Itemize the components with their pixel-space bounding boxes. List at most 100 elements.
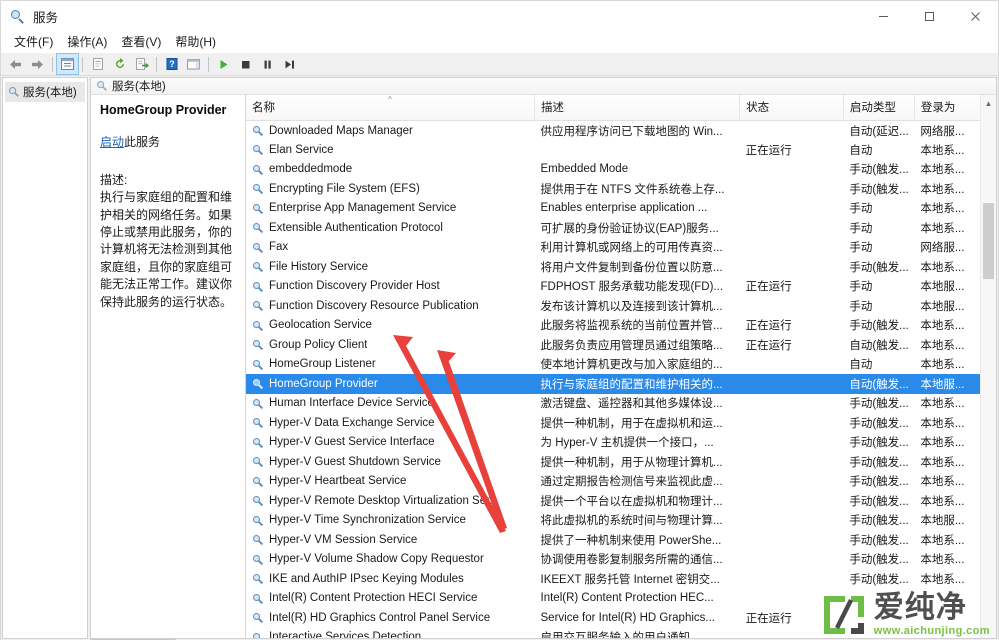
- minimize-button[interactable]: [860, 1, 906, 32]
- cell-service-description: Intel(R) Content Protection HEC...: [540, 592, 714, 605]
- table-row[interactable]: Hyper-V Remote Desktop Virtualization Se…: [246, 491, 996, 511]
- service-item-icon: [252, 241, 265, 254]
- table-row[interactable]: Hyper-V Volume Shadow Copy Requestor 协调使用…: [246, 550, 996, 570]
- vertical-scrollbar[interactable]: ▲: [980, 95, 996, 638]
- tree-node-label: 服务(本地): [23, 87, 77, 99]
- table-row[interactable]: Fax 利用计算机或网络上的可用传真资... 手动 网络服...: [246, 238, 996, 258]
- cell-service-name: Downloaded Maps Manager: [246, 121, 535, 141]
- properties-icon[interactable]: [87, 54, 108, 74]
- cell-service-status: 正在运行: [745, 339, 792, 352]
- service-item-icon: [252, 202, 265, 215]
- service-name-text: Hyper-V Remote Desktop Virtualization Se…: [269, 494, 499, 507]
- table-row[interactable]: Hyper-V VM Session Service 提供了一种机制来使用 Pow…: [246, 530, 996, 550]
- cell-service-status: 正在运行: [745, 281, 792, 294]
- forward-arrow-icon[interactable]: [27, 54, 48, 74]
- table-row[interactable]: Function Discovery Provider Host FDPHOST …: [246, 277, 996, 297]
- column-header-status[interactable]: 状态: [739, 95, 844, 122]
- sort-ascending-icon: ^: [388, 95, 392, 105]
- table-row[interactable]: Function Discovery Resource Publication 发…: [246, 296, 996, 316]
- service-item-icon: [252, 143, 265, 156]
- table-row[interactable]: File History Service 将用户文件复制到备份位置以防意... 手动…: [246, 257, 996, 277]
- cell-service-description: Service for Intel(R) HD Graphics...: [540, 611, 715, 624]
- back-arrow-icon[interactable]: [5, 54, 26, 74]
- table-row[interactable]: Enterprise App Management Service Enables…: [246, 199, 996, 219]
- action-pane-icon[interactable]: [183, 54, 204, 74]
- service-name-text: Downloaded Maps Manager: [269, 124, 413, 137]
- cell-service-startup-type: 手动(触发...: [849, 495, 909, 508]
- service-name-text: Fax: [269, 241, 289, 254]
- restart-service-icon[interactable]: [279, 54, 300, 74]
- title-bar: 服务: [1, 1, 998, 32]
- table-row[interactable]: Geolocation Service 此服务将监视系统的当前位置并管... 正在运…: [246, 316, 996, 336]
- cell-service-description: 将此虚拟机的系统时间与物理计算...: [540, 515, 723, 528]
- table-row[interactable]: Group Policy Client 此服务负责应用管理员通过组策略... 正在运…: [246, 335, 996, 355]
- service-name-text: Human Interface Device Service: [269, 397, 434, 410]
- start-service-icon[interactable]: [213, 54, 234, 74]
- show-hide-tree-icon[interactable]: [56, 53, 79, 75]
- cell-service-startup-type: 手动(触发...: [849, 476, 909, 489]
- service-name-text: Enterprise App Management Service: [269, 202, 457, 215]
- menu-view[interactable]: 查看(V): [114, 31, 168, 53]
- cell-service-description: 提供用于在 NTFS 文件系统卷上存...: [540, 183, 725, 196]
- cell-service-startup-type: 自动(触发...: [843, 374, 915, 394]
- export-list-icon[interactable]: [131, 54, 152, 74]
- cell-service-startup-type: 手动(触发...: [849, 554, 909, 567]
- cell-service-status: [740, 238, 844, 258]
- table-row[interactable]: Hyper-V Time Synchronization Service 将此虚拟…: [246, 511, 996, 531]
- table-row[interactable]: Human Interface Device Service 激活键盘、遥控器和其…: [246, 394, 996, 414]
- pane-split: HomeGroup Provider 启动此服务 描述: 执行与家庭组的配置和维…: [91, 95, 996, 638]
- cell-service-description: FDPHOST 服务承载功能发现(FD)...: [540, 281, 724, 294]
- service-name-text: Intel(R) Content Protection HECI Service: [269, 592, 478, 605]
- menu-file[interactable]: 文件(F): [7, 31, 60, 53]
- cell-service-startup-type: 手动: [849, 203, 873, 216]
- cell-service-status: [740, 413, 844, 433]
- cell-service-status: [739, 374, 844, 394]
- table-row[interactable]: HomeGroup Listener 使本地计算机更改与加入家庭组的... 自动 本地…: [246, 355, 996, 375]
- cell-service-status: [740, 355, 844, 375]
- cell-service-description: 启用交互服务输入的用户通知...: [535, 628, 740, 638]
- table-row[interactable]: HomeGroup Provider 执行与家庭组的配置和维护相关的... 自动(触…: [246, 374, 996, 394]
- table-row[interactable]: Hyper-V Data Exchange Service 提供一种机制，用于在虚…: [246, 413, 996, 433]
- table-row[interactable]: Hyper-V Guest Service Interface 为 Hyper-V…: [246, 433, 996, 453]
- scrollbar-thumb[interactable]: [983, 203, 994, 280]
- table-row[interactable]: Elan Service 正在运行 自动 本地系...: [246, 140, 996, 160]
- tree-node-services-local[interactable]: 服务(本地): [5, 82, 85, 102]
- cell-service-name: Human Interface Device Service: [246, 394, 535, 414]
- column-header-startup-type[interactable]: 启动类型: [843, 95, 915, 122]
- table-row[interactable]: Downloaded Maps Manager 供应用程序访问已下载地图的 Win…: [246, 121, 996, 141]
- cell-service-status: [740, 491, 844, 511]
- table-row[interactable]: Hyper-V Guest Shutdown Service 提供一种机制，用于从…: [246, 452, 996, 472]
- maximize-button[interactable]: [906, 1, 952, 32]
- cell-service-name: Hyper-V Volume Shadow Copy Requestor: [246, 550, 535, 570]
- refresh-icon[interactable]: [109, 54, 130, 74]
- column-header-name[interactable]: ^ 名称: [246, 95, 536, 122]
- table-row[interactable]: Extensible Authentication Protocol 可扩展的身份…: [246, 218, 996, 238]
- service-name-text: embeddedmode: [269, 163, 353, 176]
- start-service-link[interactable]: 启动: [100, 135, 124, 149]
- close-button[interactable]: [952, 1, 998, 32]
- menu-action[interactable]: 操作(A): [60, 31, 114, 53]
- cell-service-status: [740, 218, 844, 238]
- cell-service-description: IKEEXT 服务托管 Internet 密钥交...: [540, 573, 720, 586]
- scroll-up-arrow-icon[interactable]: ▲: [981, 95, 996, 112]
- stop-service-icon[interactable]: [235, 54, 256, 74]
- table-row[interactable]: embeddedmode Embedded Mode 手动(触发... 本地系...: [246, 160, 996, 180]
- services-magnifier-icon: [10, 9, 26, 25]
- menu-help[interactable]: 帮助(H): [168, 31, 223, 53]
- service-item-icon: [252, 611, 265, 624]
- table-row[interactable]: Hyper-V Heartbeat Service 通过定期报告检测信号来监视此虚…: [246, 472, 996, 492]
- cell-service-status: [740, 569, 844, 589]
- svg-text:?: ?: [169, 59, 175, 69]
- cell-service-startup-type: 手动: [849, 300, 873, 313]
- toolbar-separator: [208, 56, 209, 72]
- table-row[interactable]: Encrypting File System (EFS) 提供用于在 NTFS 文…: [246, 179, 996, 199]
- help-icon[interactable]: ?: [161, 54, 182, 74]
- service-name-text: Hyper-V Volume Shadow Copy Requestor: [269, 553, 484, 566]
- cell-service-status: [740, 511, 844, 531]
- pause-service-icon[interactable]: [257, 54, 278, 74]
- services-node-icon: [96, 80, 108, 92]
- table-row[interactable]: IKE and AuthIP IPsec Keying Modules IKEEX…: [246, 569, 996, 589]
- column-header-description[interactable]: 描述: [534, 95, 741, 122]
- service-item-icon: [252, 280, 265, 293]
- cell-service-startup-type: 手动(触发...: [849, 398, 909, 411]
